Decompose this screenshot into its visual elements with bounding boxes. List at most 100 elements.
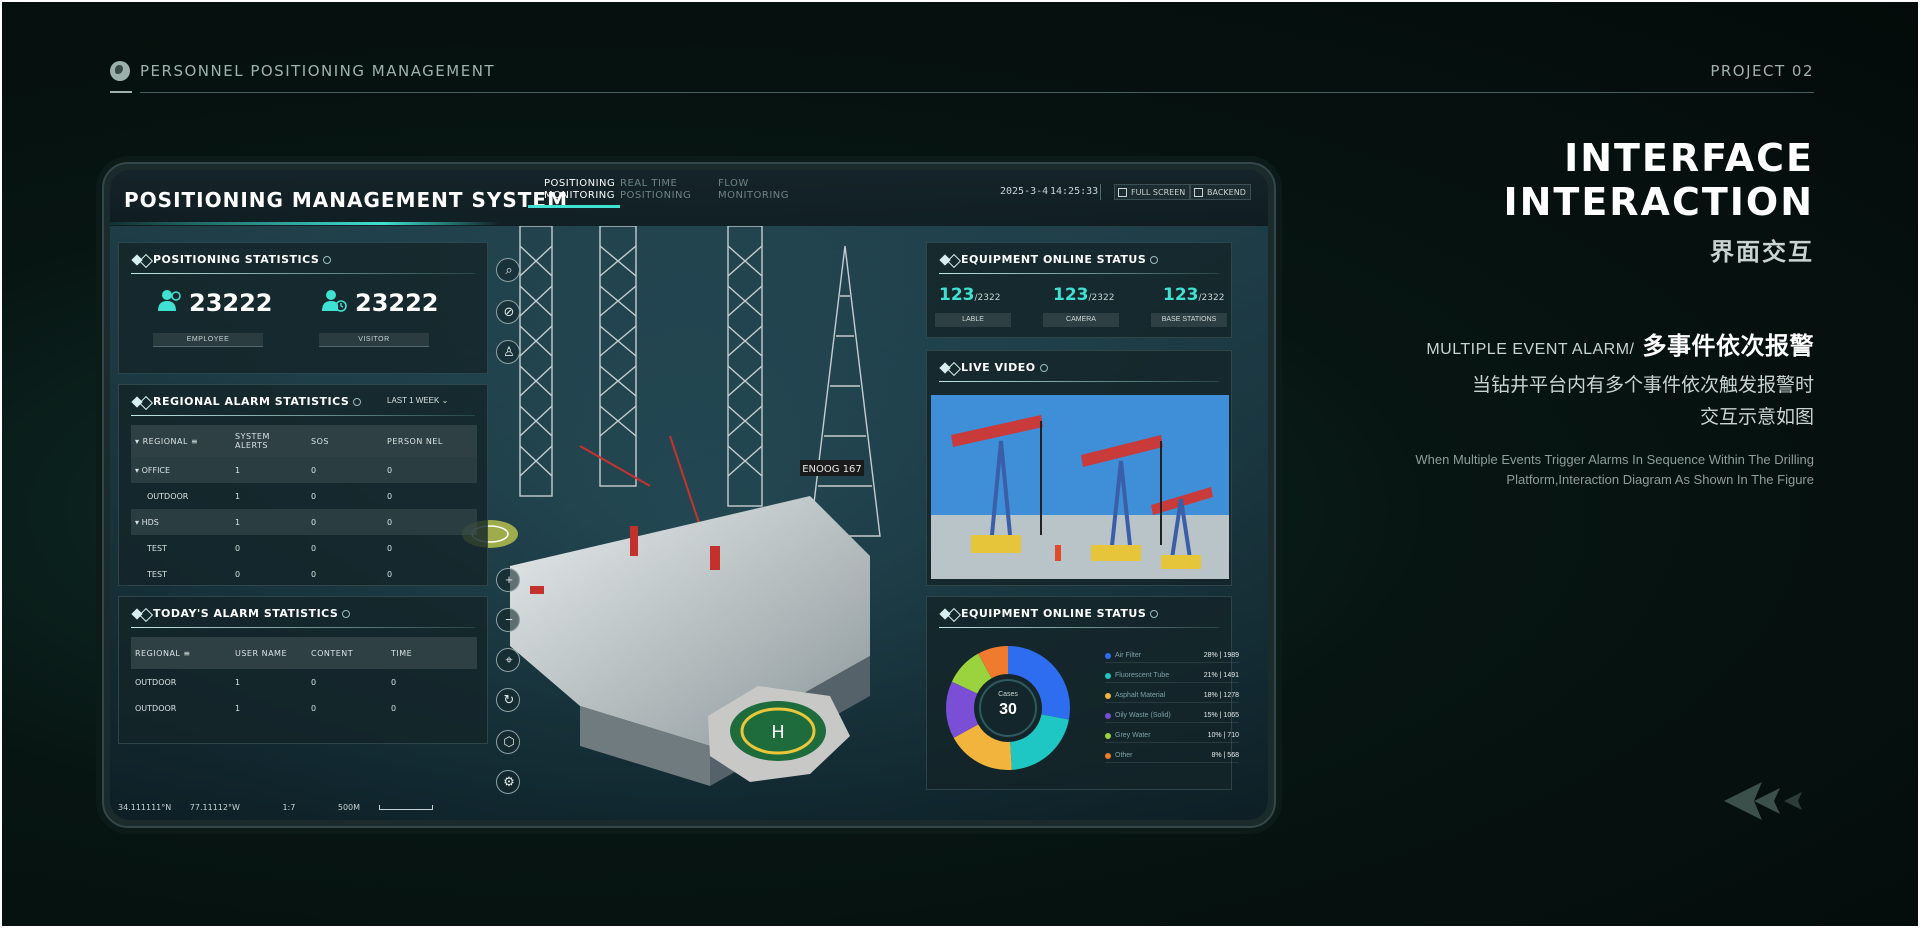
table-row[interactable]: OUTDOOR 1 0 0 [131,483,477,509]
gear-icon: ⚙ [503,774,515,789]
column-header[interactable]: ▾ REGIONAL ≡ [131,425,231,457]
description-cn: 当钻井平台内有多个事件依次触发报警时 交互示意如图 [1472,370,1814,434]
table-header-row: ▾ REGIONAL ≡ SYSTEM ALERTS SOS PERSON NE… [131,425,477,457]
base-station-online-label: BASE STATIONS [1151,313,1227,327]
visitor-count: 23222 [355,289,439,317]
legend-item[interactable]: Asphalt Material 18% | 1278 [1105,689,1239,703]
donut-center-value: 30 [999,701,1017,718]
header-date: 2025-3-4 [1000,186,1049,197]
cell-value: 1 [235,491,241,501]
page-header: PERSONNEL POSITIONING MANAGEMENT PROJECT… [110,58,1814,98]
column-header: SYSTEM ALERTS [231,425,307,457]
legend-item[interactable]: Fluorescent Tube 21% | 1491 [1105,669,1239,683]
full-screen-button[interactable]: FULL SCREEN [1114,184,1191,200]
zoom-out-button[interactable]: − [496,608,520,632]
panel-title: LIVE VIDEO [939,361,1048,374]
header-divider [140,92,1814,93]
description-en: When Multiple Events Trigger Alarms In S… [1415,450,1814,490]
longitude-readout: 77.11112°W [189,803,240,812]
legend-item[interactable]: Air Filter 28% | 1989 [1105,649,1239,663]
label-online-count: 123/2322 [939,285,1000,305]
equipment-donut-panel: EQUIPMENT ONLINE STATUS Cases 30 Air Fil… [926,596,1239,790]
camera-online-count: 123/2322 [1053,285,1114,305]
column-header: PERSON NEL [383,425,477,457]
intro-title-line1: INTERFACE [1564,136,1814,180]
cell-value: 0 [387,569,393,579]
tab-real-time-positioning[interactable]: REAL TIME POSITIONING [620,178,691,202]
3d-view-button[interactable]: ⬡ [496,730,520,754]
header-separator [1100,184,1101,200]
column-header-label: REGIONAL [135,648,181,658]
column-header: USER NAME [231,637,307,669]
cube-icon: ⬡ [503,734,515,749]
cell-value: 0 [311,703,317,713]
visitor-label: VISITOR [319,333,429,347]
info-icon [1039,364,1048,372]
triple-arrow-icon [1724,782,1802,820]
eq-value: 123 [939,285,975,305]
dashboard-screen: ENOOG 167 H POSITIONING MANAGEMENT SYSTE… [110,170,1268,820]
column-header[interactable]: REGIONAL ≡ [131,637,231,669]
fullscreen-icon [1118,188,1127,197]
map-scale-ratio: 1:7 [282,803,296,812]
row-name: OUTDOOR [147,491,189,501]
panel-title-text: POSITIONING STATISTICS [153,253,320,266]
table-row[interactable]: TEST 0 0 0 [131,561,477,587]
alarm-heading-cn: 多事件依次报警 [1642,333,1814,360]
project-label: PROJECT 02 [1710,62,1814,80]
legend-swatch [1105,653,1111,659]
tab-positioning-monitoring[interactable]: POSITIONING MONITORING [544,178,615,202]
alarm-heading-en: MULTIPLE EVENT ALARM/ [1426,341,1635,358]
legend-label: Other [1115,752,1133,759]
legend-item[interactable]: Other 8% | 568 [1105,749,1239,763]
presentation-page: PERSONNEL POSITIONING MANAGEMENT PROJECT… [2,2,1918,926]
label-online-label: LABLE [935,313,1011,327]
search-icon: ⌕ [505,262,513,277]
panel-title: POSITIONING STATISTICS [131,253,332,266]
info-icon [342,610,351,618]
row-name: OFFICE [141,465,171,475]
live-video-feed[interactable] [931,395,1229,579]
person-search-button[interactable]: ♙ [496,340,520,364]
tab-flow-monitoring[interactable]: FLOW MONITORING [718,178,789,202]
today-alarm-table: REGIONAL ≡ USER NAME CONTENT TIME OUTDOO… [131,637,477,721]
search-button[interactable]: ⌕ [496,258,520,282]
table-row[interactable]: OUTDOOR 1 0 0 [131,669,477,695]
cell-value: 0 [387,491,393,501]
employee-label: EMPLOYEE [153,333,263,347]
table-row[interactable]: OUTDOOR 1 0 0 [131,695,477,721]
legend-item[interactable]: Grey Water 10% | 710 [1105,729,1239,743]
locate-button[interactable]: ⌖ [496,648,520,672]
hide-button[interactable]: ⊘ [496,300,520,324]
row-name: HDS [141,517,159,527]
settings-button[interactable]: ⚙ [496,770,520,794]
cell-value: 1 [231,509,307,535]
cell-value: 0 [235,569,241,579]
backend-button[interactable]: BACKEND [1190,184,1251,200]
cell-value: 1 [235,677,241,687]
person-search-icon: ♙ [503,344,515,359]
period-dropdown[interactable]: LAST 1 WEEK ⌄ [387,396,448,405]
cell-value: 0 [235,543,241,553]
equipment-status-panel: EQUIPMENT ONLINE STATUS 123/2322 LABLE 1… [926,242,1232,338]
rotate-button[interactable]: ↻ [496,688,520,712]
panel-title: EQUIPMENT ONLINE STATUS [939,607,1159,620]
employee-count: 23222 [189,289,273,317]
table-row[interactable]: ▾ OFFICE 1 0 0 [131,457,477,483]
info-icon [1150,610,1159,618]
base-station-online-count: 123/2322 [1163,285,1224,305]
legend-swatch [1105,753,1111,759]
panel-title-text: TODAY'S ALARM STATISTICS [153,607,339,620]
intro-title-cn: 界面交互 [1710,239,1814,266]
table-row[interactable]: TEST 0 0 0 [131,535,477,561]
row-name: TEST [147,543,167,553]
legend-item[interactable]: Oily Waste (Solid) 15% | 1065 [1105,709,1239,723]
info-icon [1150,256,1159,264]
panel-rule [939,273,1219,274]
period-value: LAST 1 WEEK [387,396,440,405]
zoom-in-button[interactable]: + [496,568,520,592]
legend-label: Grey Water [1115,732,1151,739]
positioning-statistics-panel: POSITIONING STATISTICS 23222 EMPLOYEE 23… [118,242,488,374]
regional-alarm-panel: REGIONAL ALARM STATISTICS LAST 1 WEEK ⌄ … [118,384,488,586]
table-row[interactable]: ▾ HDS 1 0 0 [131,509,477,535]
